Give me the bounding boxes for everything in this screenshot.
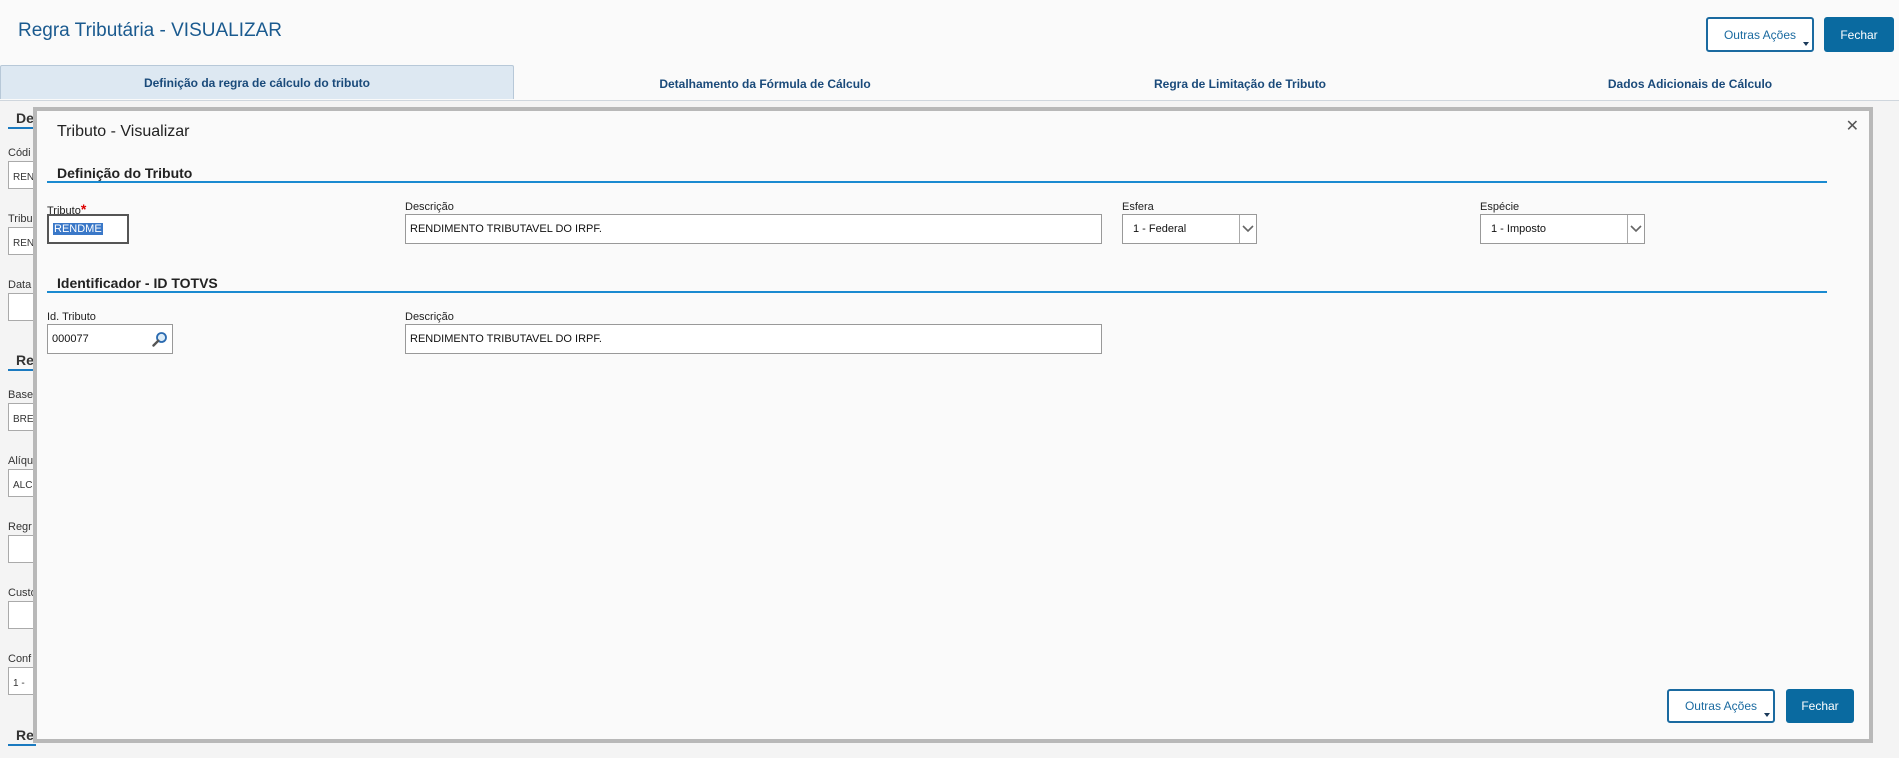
id-descricao-label: Descrição <box>405 311 454 323</box>
tab-bar: Definição da regra de cálculo do tributo… <box>0 65 1899 101</box>
esfera-select-value: 1 - Federal <box>1133 223 1187 235</box>
tab-label: Dados Adicionais de Cálculo <box>1607 77 1773 91</box>
especie-select[interactable]: 1 - Imposto <box>1480 214 1645 244</box>
tab-label: Detalhamento da Fórmula de Cálculo <box>659 77 871 91</box>
tab-detalhamento-formula[interactable]: Detalhamento da Fórmula de Cálculo <box>540 67 990 101</box>
modal-other-actions-button[interactable]: Outras Ações <box>1667 689 1775 723</box>
bg-section-heading: De <box>16 110 34 126</box>
caret-down-icon <box>1764 713 1770 717</box>
bg-field-label: Alíqu <box>8 455 34 467</box>
close-button[interactable]: Fechar <box>1824 17 1894 52</box>
tributo-input-value: RENDME <box>53 223 103 235</box>
especie-label: Espécie <box>1480 201 1520 213</box>
especie-select-value: 1 - Imposto <box>1491 223 1547 235</box>
caret-down-icon <box>1803 42 1809 46</box>
page-title: Regra Tributária - VISUALIZAR <box>18 20 282 41</box>
bg-section-divider <box>8 127 36 129</box>
section-heading-definicao: Definição do Tributo <box>57 165 193 181</box>
search-icon[interactable] <box>152 331 168 347</box>
close-label: Fechar <box>1840 27 1878 42</box>
tab-definicao-regra[interactable]: Definição da regra de cálculo do tributo <box>0 65 514 99</box>
tab-label: Regra de Limitação de Tributo <box>1153 77 1327 91</box>
esfera-select[interactable]: 1 - Federal <box>1122 214 1257 244</box>
tributo-input[interactable]: RENDME <box>47 214 129 244</box>
modal-other-actions-label: Outras Ações <box>1684 699 1758 713</box>
bg-field-label: Conf <box>8 653 32 665</box>
modal-title: Tributo - Visualizar <box>57 123 190 140</box>
descricao-input[interactable]: RENDIMENTO TRIBUTAVEL DO IRPF. <box>405 214 1102 244</box>
bg-field-label: Tribu <box>8 213 33 225</box>
bg-section-heading: Re <box>16 352 34 368</box>
bg-field-label: Regr <box>8 521 32 533</box>
chevron-down-icon <box>1627 215 1644 243</box>
bg-field-label: Base <box>8 389 34 401</box>
id-tributo-label: Id. Tributo <box>47 311 96 323</box>
section-divider <box>47 291 1827 293</box>
tab-regra-limitacao[interactable]: Regra de Limitação de Tributo <box>1015 67 1465 101</box>
id-descricao-value: RENDIMENTO TRIBUTAVEL DO IRPF. <box>410 333 602 345</box>
tab-dados-adicionais[interactable]: Dados Adicionais de Cálculo <box>1465 67 1899 101</box>
id-tributo-value: 000077 <box>52 333 89 345</box>
modal-close-button[interactable]: Fechar <box>1786 689 1854 723</box>
section-heading-identificador: Identificador - ID TOTVS <box>57 275 218 291</box>
section-divider <box>47 181 1827 183</box>
other-actions-label: Outras Ações <box>1723 27 1797 42</box>
bg-section-heading: Re <box>16 727 34 743</box>
bg-field-label: Códi <box>8 147 31 159</box>
chevron-down-icon <box>1239 215 1256 243</box>
tributo-modal: Tributo - Visualizar ✕ Definição do Trib… <box>33 107 1873 743</box>
bg-field-label: Data <box>8 279 32 291</box>
bg-section-divider <box>8 744 36 746</box>
descricao-label: Descrição <box>405 201 454 213</box>
modal-close-label: Fechar <box>1801 699 1839 713</box>
esfera-label: Esfera <box>1122 201 1154 213</box>
close-icon[interactable]: ✕ <box>1846 119 1859 135</box>
id-descricao-input[interactable]: RENDIMENTO TRIBUTAVEL DO IRPF. <box>405 324 1102 354</box>
other-actions-button[interactable]: Outras Ações <box>1706 17 1814 52</box>
descricao-input-value: RENDIMENTO TRIBUTAVEL DO IRPF. <box>410 223 602 235</box>
top-bar: Regra Tributária - VISUALIZAR Outras Açõ… <box>0 0 1899 65</box>
bg-section-divider <box>8 369 36 371</box>
tab-label: Definição da regra de cálculo do tributo <box>143 75 371 90</box>
id-tributo-input[interactable]: 000077 <box>47 324 173 354</box>
